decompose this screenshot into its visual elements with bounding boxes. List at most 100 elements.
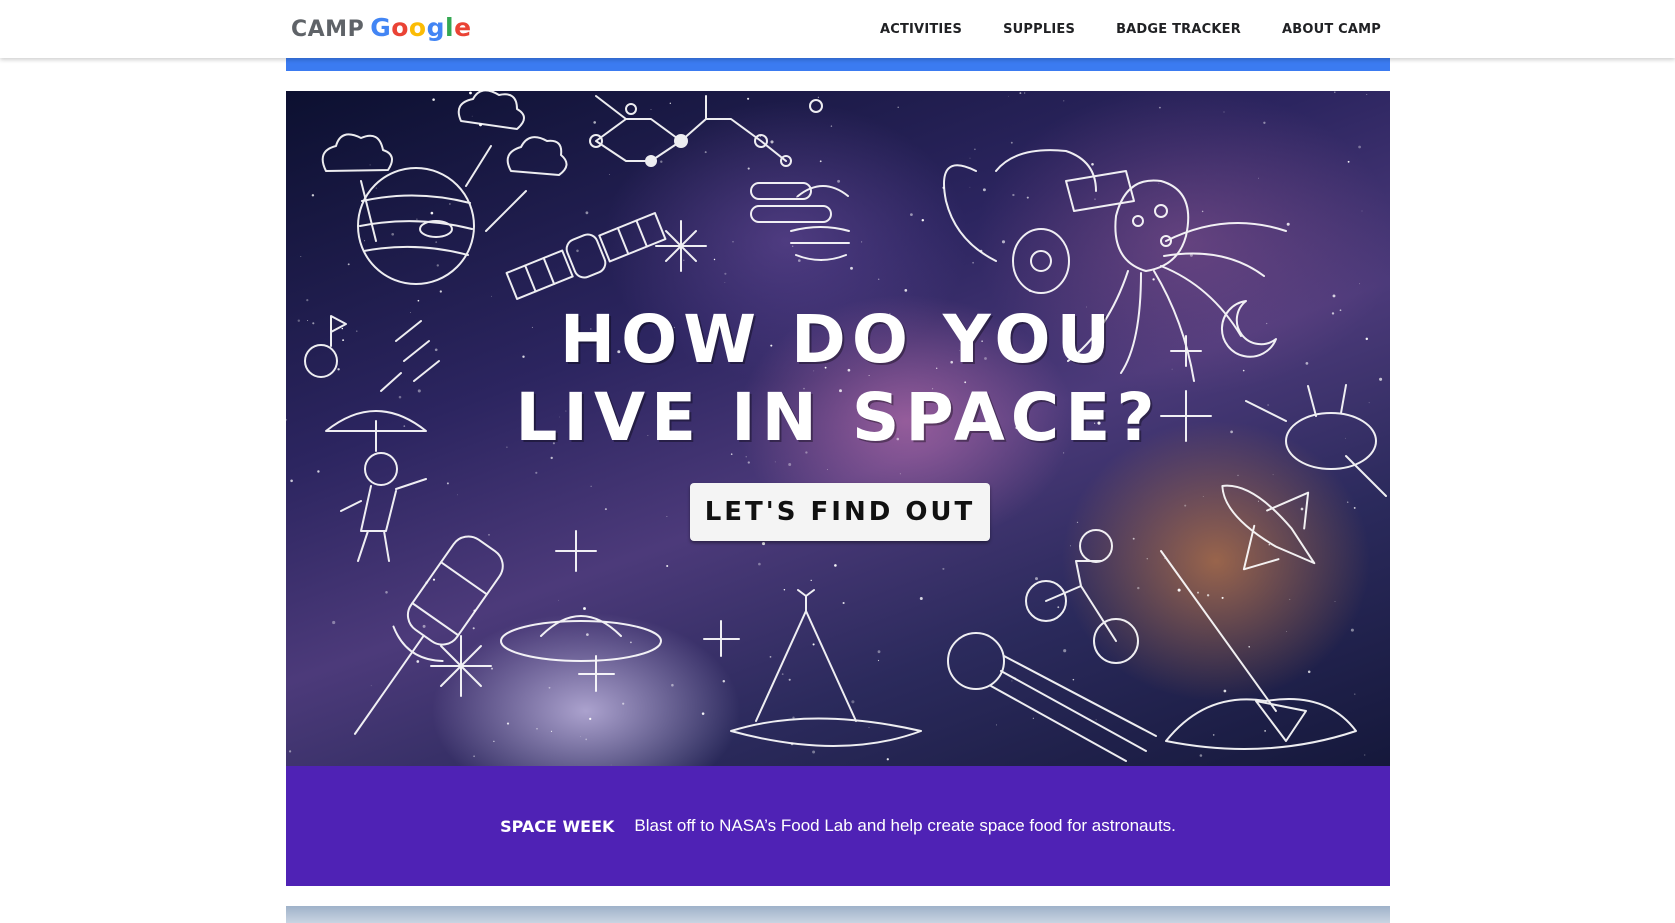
star (1248, 646, 1250, 648)
nav-activities[interactable]: ACTIVITIES (880, 22, 962, 37)
banner-label: SPACE WEEK (500, 816, 615, 836)
star (1332, 294, 1336, 298)
star (1026, 196, 1029, 199)
star (1001, 240, 1006, 244)
star (1063, 649, 1067, 653)
star (457, 494, 459, 496)
nav-about-camp[interactable]: ABOUT CAMP (1282, 22, 1381, 37)
star (1011, 680, 1013, 682)
shuttle-doodle (1221, 484, 1316, 571)
star (1300, 507, 1304, 511)
star (1199, 754, 1203, 757)
star (834, 564, 837, 567)
top-header: CAMP G o o g l e ACTIVITIES SUPPLIES BAD… (0, 0, 1675, 58)
star (1361, 210, 1363, 212)
star (650, 109, 652, 110)
star (469, 91, 472, 95)
star (1346, 501, 1349, 503)
logo-google-letter: G (370, 13, 392, 42)
star (585, 211, 589, 215)
star (300, 256, 302, 258)
star (1202, 496, 1204, 497)
star (580, 736, 581, 737)
nav-badge-tracker[interactable]: BADGE TRACKER (1116, 22, 1241, 37)
space-hero-banner[interactable]: HOW DO YOU LIVE IN SPACE? LET'S FIND OUT (286, 91, 1390, 766)
molecule-doodle (589, 95, 823, 167)
star (812, 750, 816, 754)
star (788, 678, 791, 681)
shovel-doodle (1160, 550, 1357, 750)
star (1334, 600, 1336, 602)
star (724, 272, 727, 275)
star (995, 724, 997, 726)
star (449, 203, 451, 205)
star (1197, 591, 1199, 594)
star (758, 562, 761, 566)
star (630, 641, 632, 644)
star (593, 121, 596, 124)
star (783, 588, 786, 591)
star (1201, 210, 1204, 213)
star (982, 188, 986, 192)
star (1237, 474, 1239, 477)
accent-bar (286, 58, 1390, 71)
star (969, 186, 971, 188)
nav-supplies[interactable]: SUPPLIES (1003, 22, 1075, 37)
star (1206, 594, 1210, 597)
star (1347, 160, 1350, 163)
star (792, 245, 794, 247)
star (850, 266, 853, 270)
star (1146, 558, 1148, 560)
star (974, 148, 976, 151)
star (812, 643, 815, 646)
star (669, 102, 671, 104)
star (369, 164, 371, 166)
star (1032, 717, 1034, 719)
star (576, 249, 579, 253)
star (1132, 537, 1135, 540)
camp-google-logo[interactable]: CAMP G o o g l e (291, 13, 472, 47)
star (747, 97, 750, 100)
star (1070, 545, 1071, 547)
star (1035, 577, 1038, 581)
star (761, 542, 766, 546)
star (550, 456, 553, 460)
star (747, 167, 750, 170)
star (837, 179, 841, 183)
star (1094, 198, 1096, 200)
star (1072, 678, 1075, 681)
star (830, 125, 833, 127)
star (671, 683, 674, 687)
lets-find-out-button[interactable]: LET'S FIND OUT (690, 483, 990, 541)
star (1223, 689, 1227, 693)
astronaut-bike-doodle (1025, 529, 1139, 664)
logo-camp-text: CAMP (291, 17, 365, 42)
star (370, 685, 372, 687)
star (713, 258, 716, 261)
hero-title: HOW DO YOU LIVE IN SPACE? (286, 301, 1390, 457)
star (446, 482, 449, 485)
star (1158, 182, 1160, 184)
star (1272, 474, 1274, 476)
star (781, 673, 784, 675)
planet-doodle (321, 91, 568, 285)
hero-title-line-1: HOW DO YOU (559, 301, 1117, 378)
star (535, 471, 538, 474)
sparkle-doodles (430, 220, 1212, 697)
star (1076, 521, 1079, 524)
star (886, 758, 889, 761)
star (385, 591, 388, 594)
space-week-banner[interactable]: SPACE WEEK Blast off to NASA’s Food Lab … (286, 766, 1390, 886)
star (1137, 586, 1140, 590)
star (1091, 162, 1094, 166)
star (311, 194, 315, 197)
star (586, 633, 589, 636)
next-section-preview (286, 906, 1390, 923)
star (1010, 141, 1013, 144)
star (899, 473, 901, 475)
star (436, 264, 439, 267)
star (877, 278, 880, 281)
logo-google-letter: g (426, 13, 446, 42)
star (704, 151, 707, 154)
star (747, 461, 750, 464)
